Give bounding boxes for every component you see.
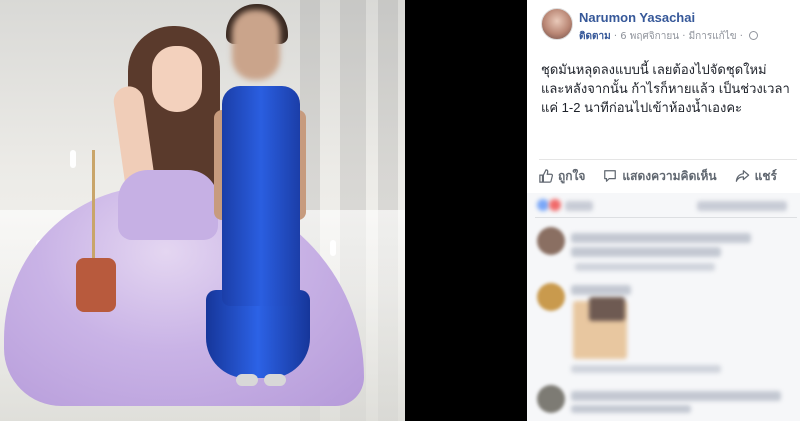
globe-icon <box>749 31 759 40</box>
woman-bodice <box>118 170 218 240</box>
comments-section <box>527 193 800 421</box>
commenter-avatar[interactable] <box>537 283 565 311</box>
reaction-icon <box>549 199 561 211</box>
reaction-icon <box>537 199 549 211</box>
girl-face-blurred <box>232 10 280 80</box>
comment-text <box>571 391 781 401</box>
ceiling-light <box>330 240 336 256</box>
ceiling-light <box>70 150 76 168</box>
shoe <box>236 374 258 386</box>
commenter-avatar[interactable] <box>537 227 565 255</box>
comment-author <box>571 285 631 295</box>
bag-chain <box>92 150 95 260</box>
post-photo[interactable] <box>0 0 405 421</box>
shoe <box>264 374 286 386</box>
speech-bubble-icon <box>604 170 617 182</box>
share-label: แชร์ <box>754 168 777 183</box>
author-avatar[interactable] <box>541 8 573 40</box>
comment-text <box>571 247 721 257</box>
reaction-count <box>565 201 593 211</box>
divider <box>535 217 797 218</box>
black-gap <box>405 0 527 421</box>
edited-label[interactable]: มีการแก้ไข <box>689 31 737 42</box>
comment-label: แสดงความคิดเห็น <box>622 168 717 183</box>
post-text: ชุดมันหลุดลงแบบนี้ เลยต้องไปจัดชุดใหม่ แ… <box>541 62 790 115</box>
girl-dress <box>222 86 300 306</box>
handbag <box>76 258 116 312</box>
meta-separator: · <box>739 31 743 42</box>
woman-face <box>152 46 202 112</box>
post-panel: Narumon Yasachai ติดตาม · 6 พฤศจิกายน · … <box>527 0 800 421</box>
comment-text <box>571 405 691 413</box>
meta-separator: · <box>613 31 618 42</box>
post-meta: ติดตาม · 6 พฤศจิกายน · มีการแก้ไข · <box>579 29 759 44</box>
comment-actions <box>575 263 715 271</box>
comment-button[interactable]: แสดงความคิดเห็น <box>603 167 717 186</box>
comment-image <box>589 297 625 321</box>
like-button[interactable]: ถูกใจ <box>539 167 585 186</box>
share-button[interactable]: แชร์ <box>735 167 777 186</box>
post-date[interactable]: 6 พฤศจิกายน <box>620 31 679 42</box>
comment-count <box>697 201 787 211</box>
like-label: ถูกใจ <box>558 168 586 183</box>
commenter-avatar[interactable] <box>537 385 565 413</box>
action-bar: ถูกใจ แสดงความคิดเห็น แชร์ <box>539 160 797 192</box>
comment-text <box>571 233 751 243</box>
share-arrow-icon <box>735 170 749 182</box>
follow-link[interactable]: ติดตาม <box>579 31 611 42</box>
comment-actions <box>571 365 721 373</box>
post-header: Narumon Yasachai ติดตาม · 6 พฤศจิกายน · … <box>541 8 796 44</box>
thumbs-up-icon <box>539 169 553 183</box>
meta-separator: · <box>682 31 686 42</box>
author-name[interactable]: Narumon Yasachai <box>579 10 695 25</box>
